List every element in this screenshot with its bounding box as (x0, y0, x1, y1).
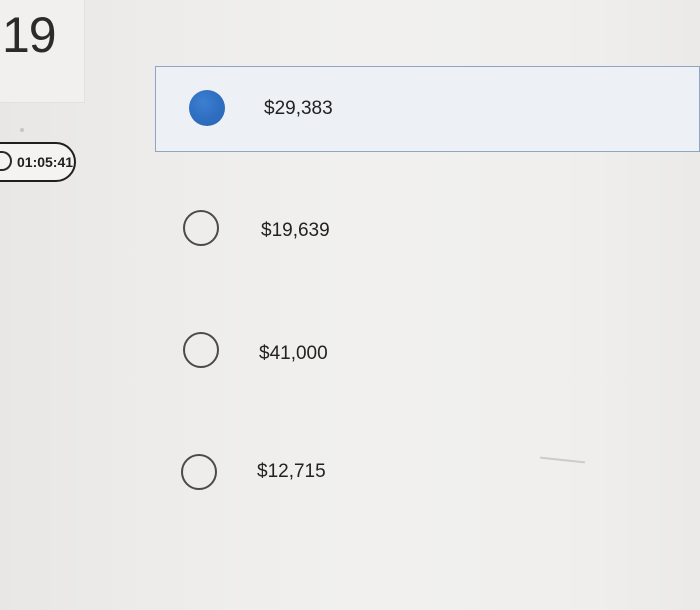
dot-mark (20, 128, 24, 132)
answer-option-label: $41,000 (259, 343, 328, 364)
radio-unselected-icon[interactable] (183, 210, 219, 246)
answer-option-1[interactable]: $29,383 (155, 66, 700, 152)
radio-unselected-icon[interactable] (181, 454, 217, 490)
answer-option-2[interactable]: $19,639 (155, 188, 700, 274)
question-panel: 19 (0, 0, 85, 103)
answer-option-label: $19,639 (261, 220, 330, 241)
radio-selected-icon[interactable] (189, 90, 225, 126)
radio-unselected-icon[interactable] (183, 332, 219, 368)
question-number: 19 (2, 7, 57, 63)
answer-option-label: $29,383 (264, 98, 333, 119)
answer-option-label: $12,715 (257, 461, 326, 482)
timer-icon (0, 151, 12, 171)
timer-badge[interactable]: 01:05:41 (0, 142, 76, 182)
timer-text: 01:05:41 (17, 154, 74, 170)
answer-option-3[interactable]: $41,000 (155, 310, 700, 396)
answer-option-4[interactable]: $12,715 (155, 428, 700, 514)
